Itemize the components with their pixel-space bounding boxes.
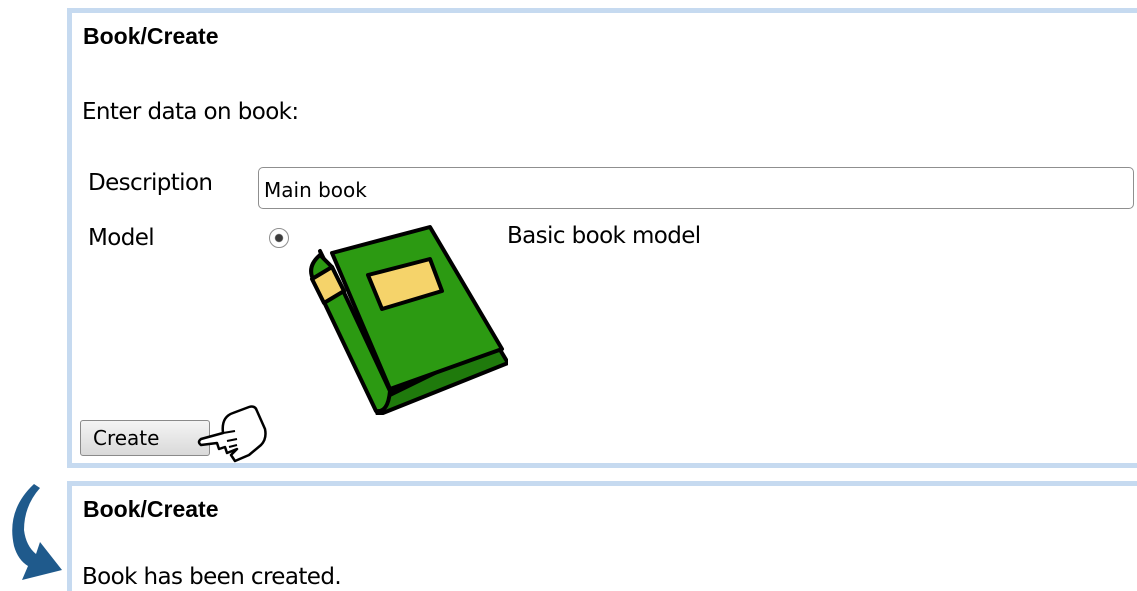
tutorial-screenshot: Book/Create Enter data on book: Descript… [0, 0, 1137, 591]
panel-title: Book/Create [83, 496, 219, 522]
success-message: Book has been created. [82, 564, 342, 590]
form-instructions: Enter data on book: [82, 99, 299, 125]
panel-title: Book/Create [83, 23, 219, 49]
create-button[interactable]: Create [80, 420, 210, 456]
description-field[interactable] [258, 167, 1134, 209]
model-option-label: Basic book model [507, 223, 701, 249]
model-label: Model [88, 225, 155, 251]
book-create-result-panel: Book/Create Book has been created. [67, 481, 1137, 591]
curved-arrow-icon [12, 484, 62, 580]
model-radio-button[interactable] [269, 228, 289, 248]
book-icon [309, 225, 508, 415]
description-label: Description [88, 170, 213, 196]
book-create-form-panel: Book/Create Enter data on book: Descript… [67, 8, 1137, 468]
pointer-hand-icon [197, 405, 267, 463]
